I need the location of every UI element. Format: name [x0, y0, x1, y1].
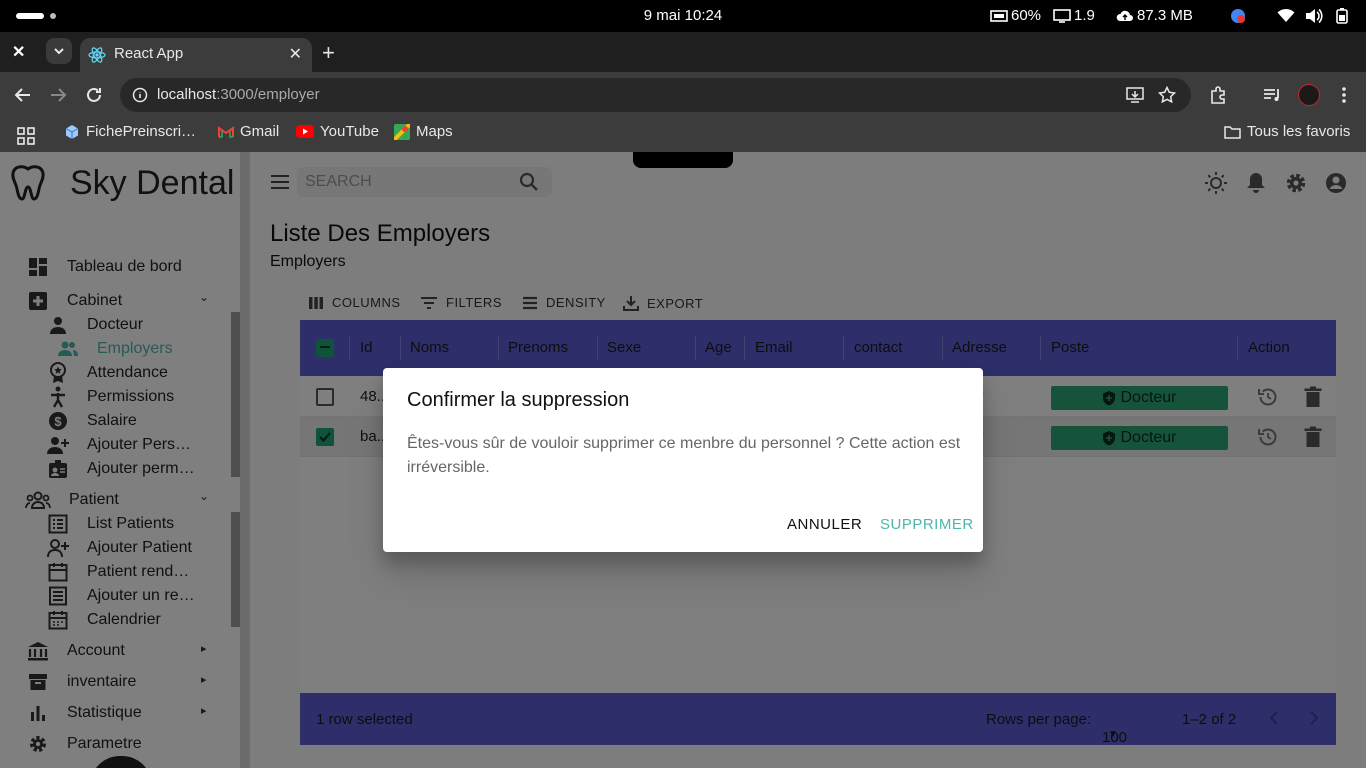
close-tab-icon[interactable]: ✕ — [289, 44, 302, 64]
memory-chip-icon — [990, 9, 1008, 22]
bookmark-item[interactable]: Maps — [394, 123, 453, 140]
cloud-upload-icon — [1116, 10, 1133, 21]
back-icon[interactable] — [13, 85, 33, 105]
address-bar[interactable]: localhost:3000/employer — [120, 78, 1191, 112]
app-notification-icon — [1231, 9, 1245, 23]
network-stat: 87.3 MB — [1116, 7, 1193, 24]
new-tab-button[interactable]: + — [322, 40, 335, 66]
os-status-bar: 9 mai 10:24 60% 1.9 87.3 MB — [0, 0, 1366, 32]
all-bookmarks-folder[interactable]: Tous les favoris — [1224, 123, 1350, 140]
cube-icon — [65, 124, 79, 139]
chevron-down-icon — [54, 48, 64, 55]
reload-icon[interactable] — [84, 85, 104, 105]
browser-toolbar: localhost:3000/employer — [0, 72, 1366, 118]
tab-search-button[interactable] — [46, 38, 72, 64]
camera-notch — [633, 152, 733, 168]
site-info-icon — [132, 87, 148, 103]
forward-icon[interactable] — [48, 85, 68, 105]
close-window-icon[interactable]: ✕ — [12, 42, 25, 62]
monitor-icon — [1053, 8, 1071, 23]
extensions-icon[interactable] — [1209, 85, 1229, 105]
confirm-delete-dialog: Confirmer la suppression Êtes-vous sûr d… — [383, 368, 983, 552]
url-host: localhost — [157, 86, 217, 103]
battery-stat: 60% — [990, 7, 1041, 24]
confirm-delete-button[interactable]: SUPPRIMER — [880, 516, 974, 533]
bookmark-item[interactable]: FichePreinscri… — [64, 123, 196, 140]
youtube-icon — [296, 125, 314, 138]
folder-icon — [1224, 125, 1241, 139]
browser-tab[interactable]: React App ✕ — [80, 38, 312, 72]
wifi-icon[interactable] — [1277, 8, 1295, 24]
maps-icon — [394, 123, 410, 140]
media-control-icon[interactable] — [1262, 85, 1282, 105]
dialog-title: Confirmer la suppression — [407, 389, 630, 411]
dialog-message: Êtes-vous sûr de vouloir supprimer ce me… — [407, 435, 961, 476]
bookmark-item[interactable]: YouTube — [296, 123, 379, 140]
cancel-button[interactable]: ANNULER — [787, 516, 862, 533]
cpu-stat: 1.9 — [1053, 7, 1095, 24]
profile-avatar[interactable] — [1298, 84, 1320, 106]
gmail-icon — [218, 125, 234, 138]
install-app-icon[interactable] — [1126, 86, 1144, 104]
bookmarks-bar: FichePreinscri… Gmail YouTube Maps Tous … — [0, 118, 1366, 152]
bookmark-item[interactable]: Gmail — [218, 123, 279, 140]
volume-icon[interactable] — [1305, 8, 1323, 24]
browser-menu-icon[interactable] — [1334, 85, 1354, 105]
battery-icon — [1336, 8, 1348, 24]
bookmark-star-icon[interactable] — [1158, 86, 1176, 104]
browser-tab-strip: ✕ React App ✕ + — [0, 32, 1366, 72]
react-icon — [88, 47, 106, 63]
apps-grid-icon[interactable] — [17, 127, 35, 145]
tab-title: React App — [114, 45, 184, 62]
url-path: :3000/employer — [216, 86, 320, 103]
